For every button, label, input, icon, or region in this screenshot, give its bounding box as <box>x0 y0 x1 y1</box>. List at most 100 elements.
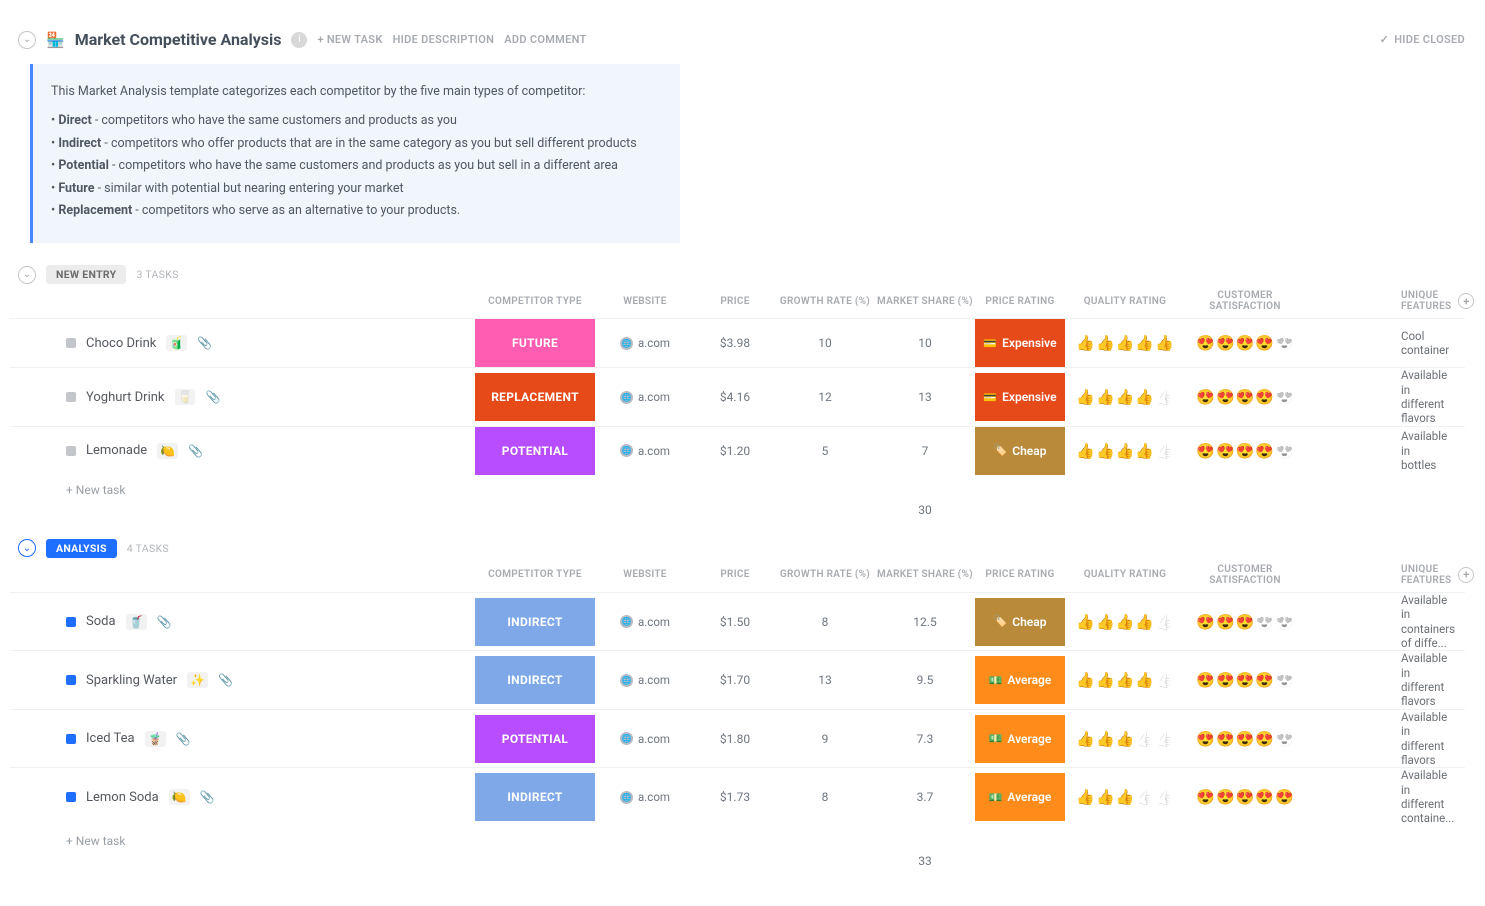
features-cell[interactable]: Available in containers of diffe... <box>1393 593 1455 651</box>
growth-cell[interactable]: 12 <box>775 390 875 404</box>
col-website[interactable]: WEBSITE <box>595 296 695 307</box>
table-row[interactable]: Lemon Soda 🍋 📎 INDIRECT 🌐a.com $1.73 8 3… <box>10 767 1465 826</box>
growth-cell[interactable]: 9 <box>775 732 875 746</box>
col-growth-rate[interactable]: GROWTH RATE (%) <box>775 296 875 307</box>
add-comment-button[interactable]: ADD COMMENT <box>504 33 586 46</box>
share-cell[interactable]: 13 <box>875 390 975 404</box>
col-quality-rating[interactable]: QUALITY RATING <box>1065 569 1185 580</box>
price-rating-badge[interactable]: 💵Average <box>975 715 1065 763</box>
website-cell[interactable]: 🌐a.com <box>595 336 695 350</box>
info-icon[interactable]: i <box>291 32 307 48</box>
share-cell[interactable]: 7 <box>875 444 975 458</box>
status-square[interactable] <box>66 792 76 802</box>
attachment-icon[interactable]: 📎 <box>176 732 191 746</box>
website-cell[interactable]: 🌐a.com <box>595 444 695 458</box>
website-cell[interactable]: 🌐a.com <box>595 732 695 746</box>
price-cell[interactable]: $1.70 <box>695 673 775 687</box>
features-cell[interactable]: Available in different flavors <box>1393 368 1447 426</box>
quality-rating-cell[interactable]: 👍👍👍👍👍 <box>1065 788 1185 806</box>
growth-cell[interactable]: 10 <box>775 336 875 350</box>
task-name-cell[interactable]: Sparkling Water ✨ 📎 <box>10 672 475 688</box>
competitor-type-badge[interactable]: FUTURE <box>475 319 595 367</box>
status-square[interactable] <box>66 338 76 348</box>
hide-closed-button[interactable]: HIDE CLOSED <box>1380 33 1465 46</box>
new-task-row[interactable]: + New task <box>10 826 1465 854</box>
price-rating-badge[interactable]: 💳Expensive <box>975 373 1065 421</box>
table-row[interactable]: Sparkling Water ✨ 📎 INDIRECT 🌐a.com $1.7… <box>10 650 1465 709</box>
add-column-button[interactable]: + <box>1458 293 1474 309</box>
attachment-icon[interactable]: 📎 <box>157 615 172 629</box>
col-competitor-type[interactable]: COMPETITOR TYPE <box>475 296 595 307</box>
quality-rating-cell[interactable]: 👍👍👍👍👍 <box>1065 671 1185 689</box>
features-cell[interactable]: Available in different flavors <box>1393 710 1447 768</box>
col-price-rating[interactable]: PRICE RATING <box>975 569 1065 580</box>
status-square[interactable] <box>66 734 76 744</box>
website-cell[interactable]: 🌐a.com <box>595 673 695 687</box>
status-square[interactable] <box>66 675 76 685</box>
col-quality-rating[interactable]: QUALITY RATING <box>1065 296 1185 307</box>
add-column-button[interactable]: + <box>1458 567 1474 583</box>
quality-rating-cell[interactable]: 👍👍👍👍👍 <box>1065 442 1185 460</box>
task-name-cell[interactable]: Yoghurt Drink 🥛 📎 <box>10 389 475 405</box>
competitor-type-badge[interactable]: INDIRECT <box>475 656 595 704</box>
share-cell[interactable]: 12.5 <box>875 615 975 629</box>
task-name-cell[interactable]: Soda 🥤 📎 <box>10 614 475 630</box>
features-cell[interactable]: Available in different containe... <box>1393 768 1454 826</box>
status-square[interactable] <box>66 392 76 402</box>
group-name-chip[interactable]: NEW ENTRY <box>46 265 126 284</box>
col-unique-features[interactable]: UNIQUE FEATURES <box>1393 290 1451 312</box>
new-task-row[interactable]: + New task <box>10 475 1465 503</box>
table-row[interactable]: Lemonade 🍋 📎 POTENTIAL 🌐a.com $1.20 5 7 … <box>10 426 1465 475</box>
hide-description-button[interactable]: HIDE DESCRIPTION <box>393 33 495 46</box>
price-cell[interactable]: $1.50 <box>695 615 775 629</box>
col-growth-rate[interactable]: GROWTH RATE (%) <box>775 569 875 580</box>
price-cell[interactable]: $3.98 <box>695 336 775 350</box>
website-cell[interactable]: 🌐a.com <box>595 390 695 404</box>
growth-cell[interactable]: 13 <box>775 673 875 687</box>
features-cell[interactable]: Cool container <box>1393 329 1449 358</box>
status-square[interactable] <box>66 446 76 456</box>
task-name-cell[interactable]: Choco Drink 🧃 📎 <box>10 335 475 351</box>
group-name-chip[interactable]: ANALYSIS <box>46 539 117 558</box>
competitor-type-badge[interactable]: REPLACEMENT <box>475 373 595 421</box>
share-cell[interactable]: 7.3 <box>875 732 975 746</box>
price-cell[interactable]: $1.80 <box>695 732 775 746</box>
satisfaction-cell[interactable]: 😍😍😍😍😍 <box>1185 730 1305 748</box>
price-rating-badge[interactable]: 💵Average <box>975 656 1065 704</box>
attachment-icon[interactable]: 📎 <box>197 336 212 350</box>
collapse-list-button[interactable]: ⌄ <box>18 31 36 49</box>
task-name-cell[interactable]: Lemon Soda 🍋 📎 <box>10 789 475 805</box>
collapse-group-button[interactable]: ⌄ <box>18 266 36 284</box>
share-cell[interactable]: 3.7 <box>875 790 975 804</box>
competitor-type-badge[interactable]: POTENTIAL <box>475 427 595 475</box>
website-cell[interactable]: 🌐a.com <box>595 615 695 629</box>
col-customer-satisfaction[interactable]: CUSTOMER SATISFACTION <box>1185 564 1305 586</box>
col-market-share[interactable]: MARKET SHARE (%) <box>875 296 975 307</box>
attachment-icon[interactable]: 📎 <box>205 390 220 404</box>
growth-cell[interactable]: 8 <box>775 790 875 804</box>
satisfaction-cell[interactable]: 😍😍😍😍😍 <box>1185 613 1305 631</box>
table-row[interactable]: Yoghurt Drink 🥛 📎 REPLACEMENT 🌐a.com $4.… <box>10 367 1465 426</box>
quality-rating-cell[interactable]: 👍👍👍👍👍 <box>1065 334 1185 352</box>
quality-rating-cell[interactable]: 👍👍👍👍👍 <box>1065 730 1185 748</box>
price-rating-badge[interactable]: 💳Expensive <box>975 319 1065 367</box>
satisfaction-cell[interactable]: 😍😍😍😍😍 <box>1185 442 1305 460</box>
price-cell[interactable]: $4.16 <box>695 390 775 404</box>
col-website[interactable]: WEBSITE <box>595 569 695 580</box>
price-cell[interactable]: $1.20 <box>695 444 775 458</box>
col-price-rating[interactable]: PRICE RATING <box>975 296 1065 307</box>
table-row[interactable]: Choco Drink 🧃 📎 FUTURE 🌐a.com $3.98 10 1… <box>10 318 1465 367</box>
task-name-cell[interactable]: Iced Tea 🧋 📎 <box>10 731 475 747</box>
attachment-icon[interactable]: 📎 <box>218 673 233 687</box>
price-rating-badge[interactable]: 💵Average <box>975 773 1065 821</box>
price-rating-badge[interactable]: 🏷️Cheap <box>975 427 1065 475</box>
satisfaction-cell[interactable]: 😍😍😍😍😍 <box>1185 788 1305 806</box>
growth-cell[interactable]: 5 <box>775 444 875 458</box>
status-square[interactable] <box>66 617 76 627</box>
col-unique-features[interactable]: UNIQUE FEATURES <box>1393 564 1451 586</box>
attachment-icon[interactable]: 📎 <box>188 444 203 458</box>
competitor-type-badge[interactable]: INDIRECT <box>475 773 595 821</box>
col-price[interactable]: PRICE <box>695 569 775 580</box>
col-customer-satisfaction[interactable]: CUSTOMER SATISFACTION <box>1185 290 1305 312</box>
table-row[interactable]: Soda 🥤 📎 INDIRECT 🌐a.com $1.50 8 12.5 🏷️… <box>10 592 1465 651</box>
